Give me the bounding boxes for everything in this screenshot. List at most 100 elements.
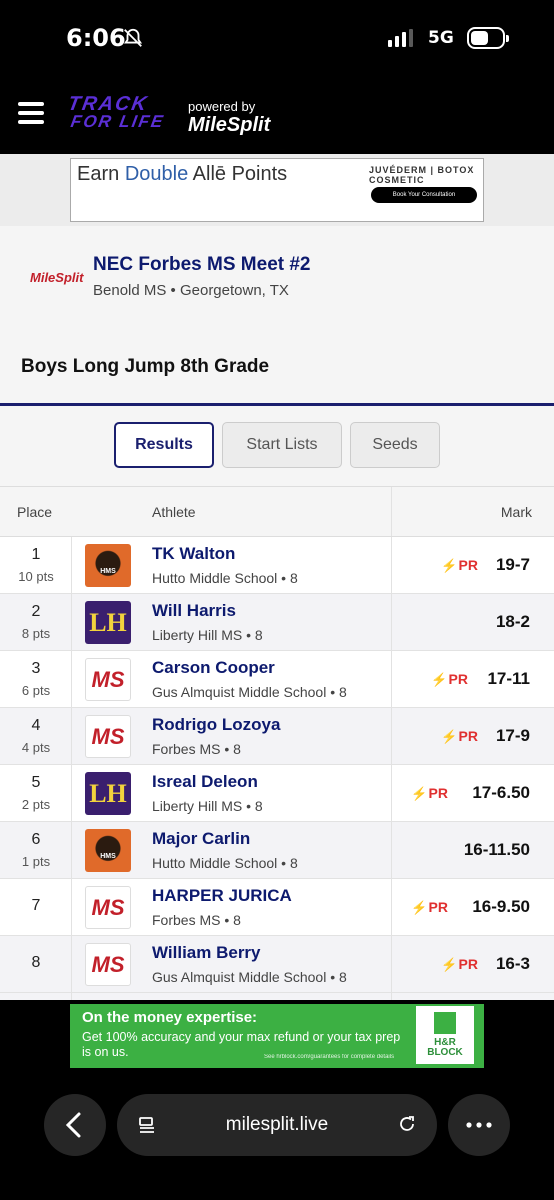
chevron-left-icon bbox=[65, 1112, 81, 1138]
tab-start-lists[interactable]: Start Lists bbox=[222, 422, 342, 468]
athlete-team[interactable]: Gus Almquist Middle School • 8 bbox=[152, 684, 347, 700]
pr-badge: PR bbox=[431, 671, 468, 688]
ad-headline: On the money expertise: bbox=[82, 1009, 258, 1026]
pr-badge: PR bbox=[441, 956, 478, 973]
battery-icon bbox=[467, 27, 509, 49]
site-header: TRACK FOR LIFE powered by MileSplit bbox=[0, 78, 554, 154]
signal-icon bbox=[388, 29, 413, 47]
event-title: Boys Long Jump 8th Grade bbox=[21, 356, 270, 377]
athlete-team[interactable]: Liberty Hill MS • 8 bbox=[152, 798, 263, 814]
page-content: Earn Double Allē Points JUVÉDERM | BOTOX… bbox=[0, 154, 554, 1000]
powered-by-label: powered by bbox=[188, 99, 256, 114]
network-type: 5G bbox=[428, 28, 454, 48]
milesplit-logo[interactable]: MileSplit bbox=[188, 114, 270, 137]
place-points: 2 pts bbox=[21, 797, 51, 812]
header-mark[interactable]: Mark bbox=[501, 504, 532, 520]
place-number: 7 bbox=[31, 897, 41, 914]
athlete-team[interactable]: Forbes MS • 8 bbox=[152, 741, 241, 757]
place-number: 5 bbox=[31, 774, 41, 791]
header-athlete[interactable]: Athlete bbox=[152, 504, 196, 520]
table-row[interactable]: 8 MS William Berry Gus Almquist Middle Scho… bbox=[0, 936, 554, 993]
athlete-name[interactable]: Carson Cooper bbox=[152, 658, 275, 678]
meet-title[interactable]: NEC Forbes MS Meet #2 bbox=[93, 254, 311, 276]
liberty-hill-team-logo: LH bbox=[85, 601, 131, 644]
place-number: 2 bbox=[31, 603, 41, 620]
meet-location: Benold MS • Georgetown, TX bbox=[93, 282, 289, 299]
hr-block-logo: H&R BLOCK bbox=[416, 1006, 474, 1064]
back-button[interactable] bbox=[44, 1094, 106, 1156]
mark-value: 17-11 bbox=[487, 669, 530, 688]
athlete-team[interactable]: Forbes MS • 8 bbox=[152, 912, 241, 928]
ad-consult-button[interactable]: Book Your Consultation bbox=[371, 187, 477, 203]
place-number: 4 bbox=[31, 717, 41, 734]
hutto-team-logo: HMS bbox=[85, 829, 131, 872]
athlete-name[interactable]: Will Harris bbox=[152, 601, 236, 621]
tab-results[interactable]: Results bbox=[114, 422, 214, 468]
mark-value: 16-3 bbox=[495, 954, 530, 973]
hutto-team-logo: HMS bbox=[85, 544, 131, 587]
ad-brand: JUVÉDERM | BOTOX COSMETIC bbox=[369, 165, 475, 185]
table-row[interactable]: 4 4 pts MS Rodrigo Lozoya Forbes MS • 8 PR 17-… bbox=[0, 708, 554, 765]
place-number: 8 bbox=[31, 954, 41, 971]
ad-creative[interactable]: On the money expertise: Get 100% accurac… bbox=[70, 1004, 484, 1068]
place-number: 3 bbox=[31, 660, 41, 677]
tab-seeds[interactable]: Seeds bbox=[350, 422, 440, 468]
place-points: 4 pts bbox=[21, 740, 51, 755]
top-ad-banner: Earn Double Allē Points JUVÉDERM | BOTOX… bbox=[0, 154, 554, 226]
table-header: Place Athlete Mark bbox=[0, 487, 554, 537]
table-row[interactable]: 3 6 pts MS Carson Cooper Gus Almquist Middle… bbox=[0, 651, 554, 708]
place-number: 1 bbox=[31, 546, 41, 563]
status-bar: 6:06 5G bbox=[0, 0, 554, 78]
url-bar[interactable]: milesplit.live bbox=[117, 1094, 437, 1156]
browser-toolbar: milesplit.live bbox=[0, 1078, 554, 1200]
athlete-name[interactable]: HARPER JURICA bbox=[152, 886, 292, 906]
athlete-name[interactable]: Major Carlin bbox=[152, 829, 250, 849]
table-row[interactable]: 6 1 pts HMS Major Carlin Hutto Middle School… bbox=[0, 822, 554, 879]
athlete-name[interactable]: Isreal Deleon bbox=[152, 772, 258, 792]
athlete-name[interactable]: William Berry bbox=[152, 943, 261, 963]
milesplit-meet-logo: MileSplit bbox=[30, 270, 84, 285]
mark-value: 19-7 bbox=[495, 555, 530, 574]
mark-value: 16-11.50 bbox=[463, 840, 530, 859]
mark-value: 16-9.50 bbox=[472, 897, 530, 916]
pr-badge: PR bbox=[441, 728, 478, 745]
athlete-name[interactable]: TK Walton bbox=[152, 544, 235, 564]
mark-value: 17-9 bbox=[495, 726, 530, 745]
results-tabs: Results Start Lists Seeds bbox=[0, 422, 554, 472]
url-text: milesplit.live bbox=[225, 1114, 329, 1135]
ms-team-logo: MS bbox=[85, 943, 131, 986]
athlete-team[interactable]: Gus Almquist Middle School • 8 bbox=[152, 969, 347, 985]
pr-badge: PR bbox=[441, 557, 478, 574]
place-points: 10 pts bbox=[18, 569, 54, 584]
place-points: 1 pts bbox=[21, 854, 51, 869]
ad-creative[interactable]: Earn Double Allē Points JUVÉDERM | BOTOX… bbox=[70, 158, 484, 222]
athlete-team[interactable]: Hutto Middle School • 8 bbox=[152, 570, 298, 586]
pr-badge: PR bbox=[411, 899, 448, 916]
place-points: 6 pts bbox=[21, 683, 51, 698]
meet-header: MileSplit NEC Forbes MS Meet #2 Benold M… bbox=[0, 226, 554, 406]
athlete-name[interactable]: Rodrigo Lozoya bbox=[152, 715, 280, 735]
header-place[interactable]: Place bbox=[17, 504, 52, 520]
mark-value: 18-2 bbox=[495, 612, 530, 631]
menu-icon[interactable] bbox=[18, 102, 44, 124]
results-table: Place Athlete Mark 1 10 pts HMS TK Walton Hu… bbox=[0, 486, 554, 1000]
table-row[interactable] bbox=[0, 993, 554, 1000]
clock: 6:06 bbox=[66, 24, 126, 52]
track-for-life-logo[interactable]: TRACK FOR LIFE bbox=[62, 93, 179, 136]
table-row[interactable]: 5 2 pts LH Isreal Deleon Liberty Hill MS • 8… bbox=[0, 765, 554, 822]
table-row[interactable]: 2 8 pts LH Will Harris Liberty Hill MS • 8 18… bbox=[0, 594, 554, 651]
mute-bell-icon bbox=[123, 28, 143, 47]
athlete-team[interactable]: Liberty Hill MS • 8 bbox=[152, 627, 263, 643]
pr-badge: PR bbox=[411, 785, 448, 802]
ms-team-logo: MS bbox=[85, 715, 131, 758]
section-divider bbox=[0, 403, 554, 406]
reload-icon[interactable] bbox=[397, 1114, 417, 1134]
more-dots-icon bbox=[466, 1122, 492, 1128]
table-row[interactable]: 1 10 pts HMS TK Walton Hutto Middle School •… bbox=[0, 537, 554, 594]
place-number: 6 bbox=[31, 831, 41, 848]
athlete-team[interactable]: Hutto Middle School • 8 bbox=[152, 855, 298, 871]
place-points: 8 pts bbox=[21, 626, 51, 641]
mark-value: 17-6.50 bbox=[472, 783, 530, 802]
table-row[interactable]: 7 MS HARPER JURICA Forbes MS • 8 PR 16-9.50 bbox=[0, 879, 554, 936]
more-button[interactable] bbox=[448, 1094, 510, 1156]
